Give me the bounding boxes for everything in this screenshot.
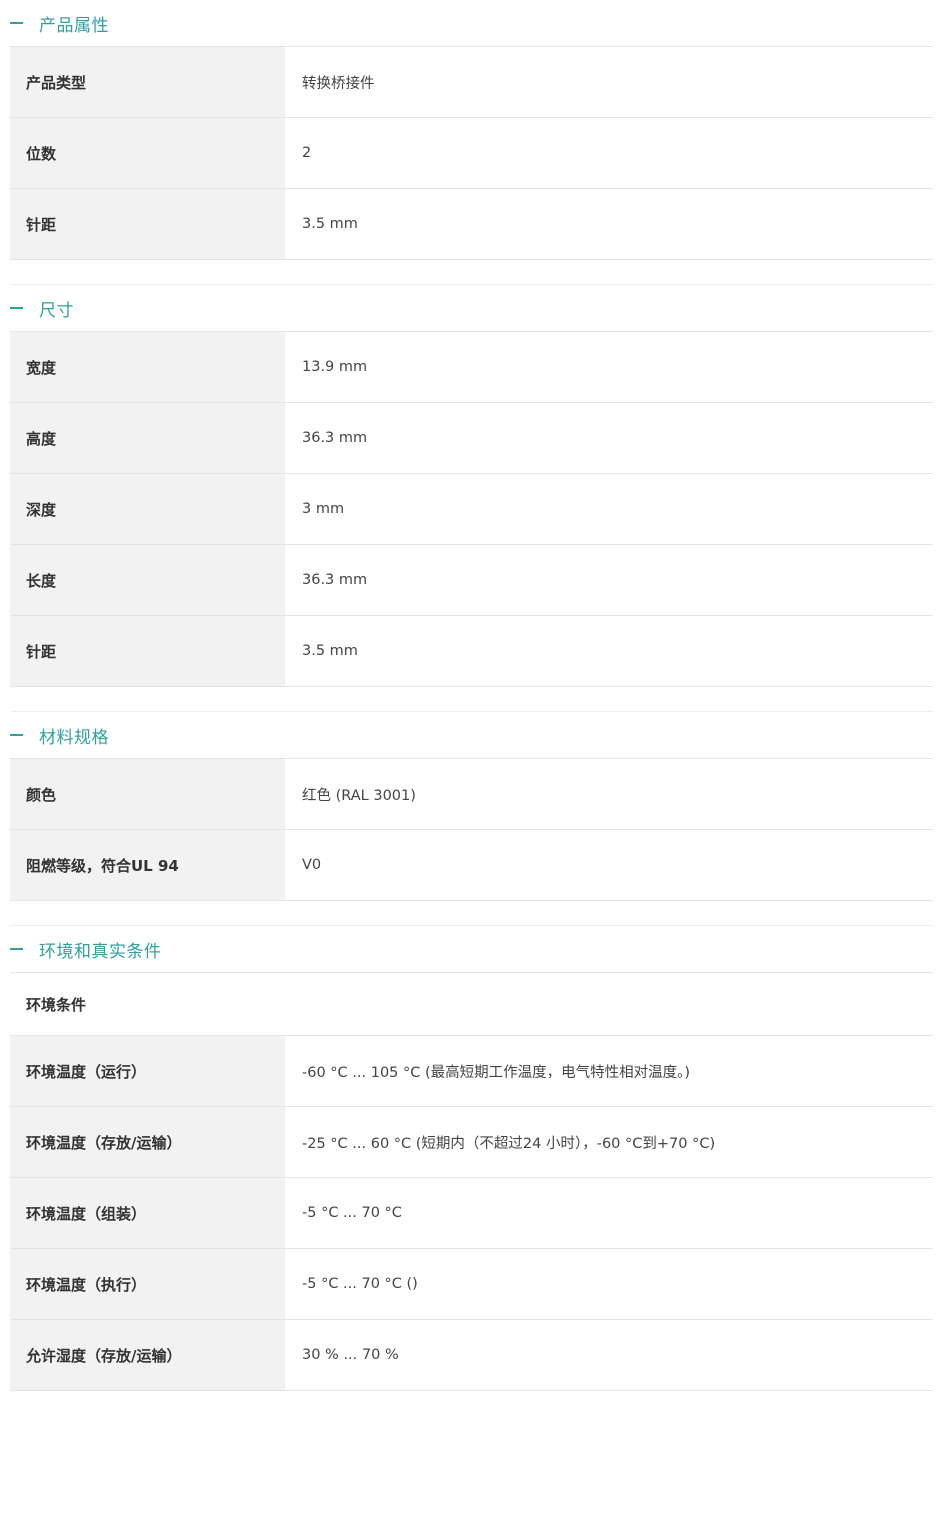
row-label: 深度 — [10, 474, 285, 544]
row-value: 13.9 mm — [302, 359, 368, 375]
table-row: 位数 2 — [10, 118, 933, 189]
table-row: 允许湿度（存放/运输） 30 % ... 70 % — [10, 1320, 933, 1391]
row-label: 宽度 — [10, 332, 285, 402]
section-header-environment[interactable]: 环境和真实条件 — [10, 926, 933, 972]
spec-page: 产品属性 产品类型 转换桥接件 位数 2 针距 3.5 mm 尺寸 宽度 13.… — [10, 0, 933, 1391]
row-value: 30 % ... 70 % — [302, 1347, 399, 1363]
row-label: 高度 — [10, 403, 285, 473]
section-title: 环境和真实条件 — [39, 941, 162, 962]
row-value: 36.3 mm — [302, 572, 368, 588]
section-divider — [10, 687, 933, 712]
table-row: 环境温度（运行） -60 °C ... 105 °C (最高短期工作温度，电气特… — [10, 1036, 933, 1107]
row-label: 针距 — [10, 189, 285, 259]
section-dimensions: 尺寸 宽度 13.9 mm 高度 36.3 mm 深度 3 mm 长度 36.3… — [10, 285, 933, 712]
row-value: 红色 (RAL 3001) — [302, 787, 416, 804]
table-row: 阻燃等级，符合UL 94 V0 — [10, 830, 933, 901]
row-label: 长度 — [10, 545, 285, 615]
section-product-properties: 产品属性 产品类型 转换桥接件 位数 2 针距 3.5 mm — [10, 0, 933, 285]
section-header-dimensions[interactable]: 尺寸 — [10, 285, 933, 331]
row-label: 环境温度（组装） — [10, 1178, 285, 1248]
table-subheader: 环境条件 — [10, 973, 933, 1036]
table-row: 深度 3 mm — [10, 474, 933, 545]
spec-table: 宽度 13.9 mm 高度 36.3 mm 深度 3 mm 长度 36.3 mm… — [10, 331, 933, 687]
minus-icon[interactable] — [10, 22, 23, 24]
table-row: 颜色 红色 (RAL 3001) — [10, 759, 933, 830]
row-value: -60 °C ... 105 °C (最高短期工作温度，电气特性相对温度。) — [302, 1064, 691, 1081]
row-label: 针距 — [10, 616, 285, 686]
minus-icon[interactable] — [10, 307, 23, 309]
section-divider — [10, 260, 933, 285]
row-label: 产品类型 — [10, 47, 285, 117]
section-title: 产品属性 — [39, 15, 109, 36]
section-divider — [10, 901, 933, 926]
table-row: 环境温度（执行） -5 °C ... 70 °C () — [10, 1249, 933, 1320]
spec-table: 环境条件 环境温度（运行） -60 °C ... 105 °C (最高短期工作温… — [10, 972, 933, 1391]
section-header-product-properties[interactable]: 产品属性 — [10, 0, 933, 46]
row-label: 阻燃等级，符合UL 94 — [10, 830, 285, 900]
row-value: -5 °C ... 70 °C () — [302, 1276, 418, 1292]
row-label: 环境温度（执行） — [10, 1249, 285, 1319]
section-title: 尺寸 — [39, 300, 74, 321]
row-value: 转换桥接件 — [302, 75, 375, 92]
row-value: 3 mm — [302, 501, 345, 517]
row-value: V0 — [302, 857, 322, 873]
spec-table: 颜色 红色 (RAL 3001) 阻燃等级，符合UL 94 V0 — [10, 758, 933, 901]
section-environment: 环境和真实条件 环境条件 环境温度（运行） -60 °C ... 105 °C … — [10, 926, 933, 1391]
table-row: 针距 3.5 mm — [10, 189, 933, 260]
table-row: 环境温度（存放/运输） -25 °C ... 60 °C (短期内（不超过24 … — [10, 1107, 933, 1178]
table-row: 产品类型 转换桥接件 — [10, 47, 933, 118]
row-label: 颜色 — [10, 759, 285, 829]
row-label: 允许湿度（存放/运输） — [10, 1320, 285, 1390]
minus-icon[interactable] — [10, 734, 23, 736]
table-row: 长度 36.3 mm — [10, 545, 933, 616]
section-title: 材料规格 — [39, 727, 109, 748]
row-label: 位数 — [10, 118, 285, 188]
row-value: -25 °C ... 60 °C (短期内（不超过24 小时），-60 °C到+… — [302, 1135, 716, 1152]
section-material-specs: 材料规格 颜色 红色 (RAL 3001) 阻燃等级，符合UL 94 V0 — [10, 712, 933, 926]
row-label: 环境温度（存放/运输） — [10, 1107, 285, 1177]
table-row: 针距 3.5 mm — [10, 616, 933, 687]
row-value: -5 °C ... 70 °C — [302, 1205, 402, 1221]
table-row: 宽度 13.9 mm — [10, 332, 933, 403]
row-value: 2 — [302, 145, 312, 161]
row-label: 环境温度（运行） — [10, 1036, 285, 1106]
section-header-material-specs[interactable]: 材料规格 — [10, 712, 933, 758]
table-row: 环境温度（组装） -5 °C ... 70 °C — [10, 1178, 933, 1249]
row-value: 3.5 mm — [302, 643, 358, 659]
minus-icon[interactable] — [10, 948, 23, 950]
spec-table: 产品类型 转换桥接件 位数 2 针距 3.5 mm — [10, 46, 933, 260]
row-value: 36.3 mm — [302, 430, 368, 446]
row-value: 3.5 mm — [302, 216, 358, 232]
table-row: 高度 36.3 mm — [10, 403, 933, 474]
